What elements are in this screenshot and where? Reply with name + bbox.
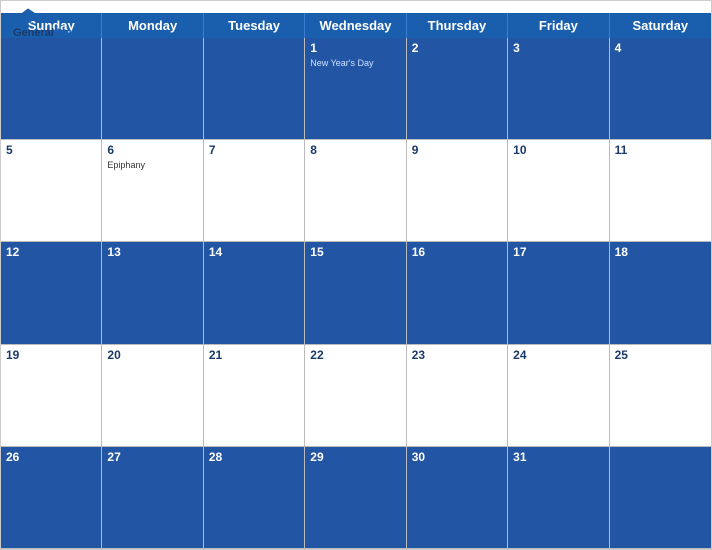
day-number: 28 [209,450,299,464]
calendar-cell: 29 [305,447,406,549]
calendar: GeneralBlue SundayMondayTuesdayWednesday… [0,0,712,550]
day-number: 5 [6,143,96,157]
calendar-cell: 7 [204,140,305,242]
day-number: 10 [513,143,603,157]
day-number: 18 [615,245,706,259]
day-number: 21 [209,348,299,362]
logo-text: GeneralBlue [13,27,78,39]
day-number: 17 [513,245,603,259]
calendar-cell: 25 [610,345,711,447]
calendar-cell: 2 [407,38,508,140]
day-number: 19 [6,348,96,362]
day-header-monday: Monday [102,13,203,38]
calendar-cell: 6 Epiphany [102,140,203,242]
day-number: 1 [310,41,400,55]
calendar-cell: 5 [1,140,102,242]
day-number: 31 [513,450,603,464]
day-number: 9 [412,143,502,157]
day-number: 25 [615,348,706,362]
calendar-cell: 19 [1,345,102,447]
holiday-label: New Year's Day [310,58,400,68]
day-header-thursday: Thursday [407,13,508,38]
calendar-cell [204,38,305,140]
logo: GeneralBlue [13,7,78,39]
calendar-cell: 16 [407,242,508,344]
day-number: 26 [6,450,96,464]
calendar-cell: 28 [204,447,305,549]
calendar-cell: 4 [610,38,711,140]
calendar-cell: 12 [1,242,102,344]
day-number: 30 [412,450,502,464]
calendar-cell: 15 [305,242,406,344]
calendar-cell: 30 [407,447,508,549]
calendar-cell: 10 [508,140,609,242]
day-number: 7 [209,143,299,157]
calendar-cell [610,447,711,549]
day-number: 24 [513,348,603,362]
calendar-header: GeneralBlue [1,1,711,13]
calendar-cell [1,38,102,140]
day-number: 11 [615,143,706,157]
calendar-cell: 18 [610,242,711,344]
day-number: 6 [107,143,197,157]
calendar-cell: 9 [407,140,508,242]
day-number: 13 [107,245,197,259]
day-number: 2 [412,41,502,55]
day-number: 4 [615,41,706,55]
day-header-tuesday: Tuesday [204,13,305,38]
calendar-cell: 17 [508,242,609,344]
calendar-cell: 13 [102,242,203,344]
day-number: 29 [310,450,400,464]
day-number: 20 [107,348,197,362]
calendar-cell: 24 [508,345,609,447]
day-header-friday: Friday [508,13,609,38]
calendar-cell: 1 New Year's Day [305,38,406,140]
calendar-cell: 8 [305,140,406,242]
calendar-cell: 20 [102,345,203,447]
calendar-cell: 22 [305,345,406,447]
day-number: 12 [6,245,96,259]
logo-icon [13,7,43,27]
day-number: 14 [209,245,299,259]
day-number: 3 [513,41,603,55]
calendar-cell: 14 [204,242,305,344]
calendar-cell [102,38,203,140]
day-headers-row: SundayMondayTuesdayWednesdayThursdayFrid… [1,13,711,38]
calendar-cell: 26 [1,447,102,549]
day-number: 23 [412,348,502,362]
calendar-cell: 23 [407,345,508,447]
day-number: 27 [107,450,197,464]
day-header-saturday: Saturday [610,13,711,38]
day-number: 16 [412,245,502,259]
day-number: 22 [310,348,400,362]
calendar-cell: 11 [610,140,711,242]
calendar-grid: 1New Year's Day23456Epiphany789101112131… [1,38,711,549]
calendar-cell: 27 [102,447,203,549]
calendar-cell: 31 [508,447,609,549]
day-header-wednesday: Wednesday [305,13,406,38]
calendar-cell: 21 [204,345,305,447]
holiday-label: Epiphany [107,160,197,170]
calendar-cell: 3 [508,38,609,140]
day-number: 8 [310,143,400,157]
day-number: 15 [310,245,400,259]
